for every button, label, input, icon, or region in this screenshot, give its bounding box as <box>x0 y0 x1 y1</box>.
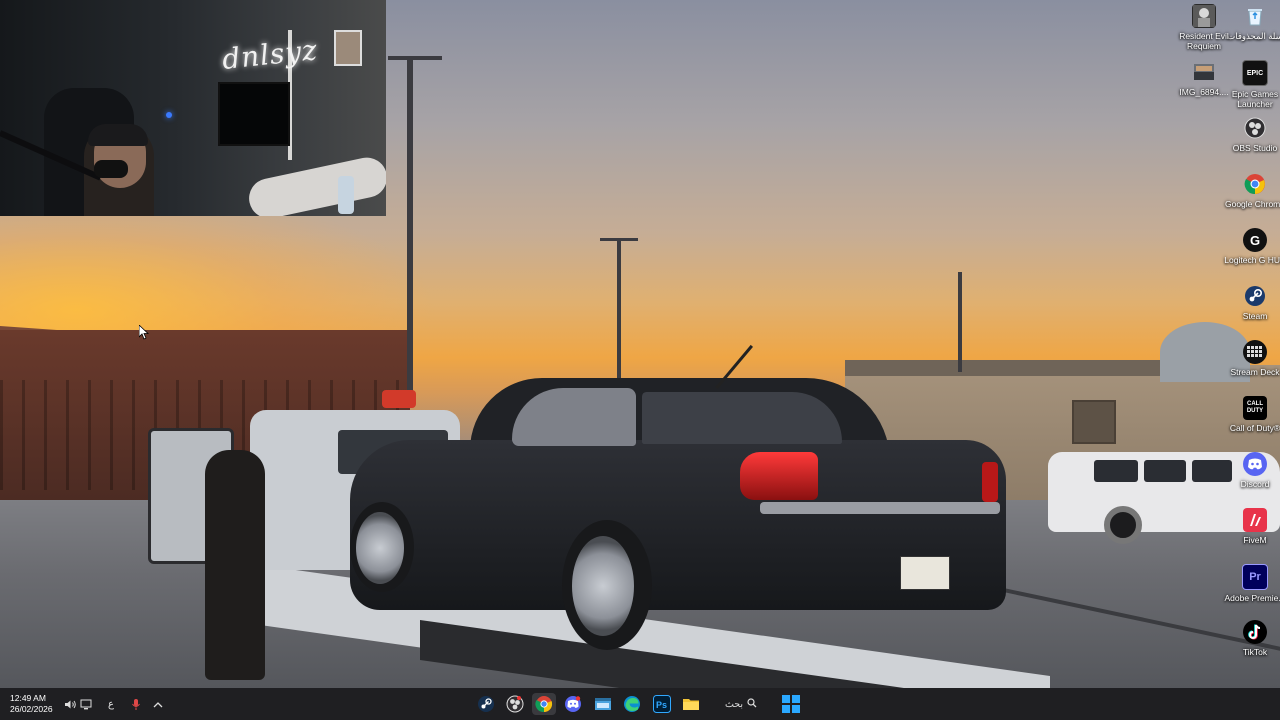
language-indicator[interactable]: ع <box>103 696 119 712</box>
desktop-icon-label: Google Chrome <box>1224 199 1280 209</box>
desktop-icon-label: Stream Deck <box>1230 367 1280 377</box>
start-tile <box>782 695 790 703</box>
desktop-icon-label: Call of Duty® <box>1229 423 1280 433</box>
microphone-icon[interactable] <box>128 696 144 712</box>
logitech-icon: G <box>1243 228 1267 252</box>
desktop-icon-steam[interactable]: Steam <box>1227 284 1280 321</box>
desktop-icon-chrome[interactable]: Google Chrome <box>1225 172 1280 209</box>
game-icon <box>1192 4 1216 28</box>
taskbar-photoshop-icon[interactable]: Ps <box>650 693 674 715</box>
premiere-icon: Pr <box>1242 564 1268 590</box>
taskbar-edge-icon[interactable] <box>620 693 644 715</box>
steam-icon <box>1243 284 1267 308</box>
taskbar-discord-icon[interactable] <box>561 693 585 715</box>
discord-icon <box>1243 452 1267 476</box>
start-tile <box>782 705 790 713</box>
desktop-icon-label: IMG_6894.... <box>1179 87 1229 97</box>
desktop-icon-discord[interactable]: Discord <box>1227 452 1280 489</box>
desktop-icon-label: Resident Evil Requiem <box>1179 31 1229 51</box>
clock-date: 26/02/2026 <box>10 704 53 714</box>
epic-games-icon: EPIC <box>1242 60 1268 86</box>
desktop-icon-call-of-duty[interactable]: CALL DUTY Call of Duty® <box>1227 396 1280 433</box>
tiktok-icon <box>1243 620 1267 644</box>
desktop-icon-obs[interactable]: OBS Studio <box>1227 116 1280 153</box>
desktop-icon-label: Adobe Premie... <box>1224 593 1280 603</box>
image-file-icon <box>1192 60 1216 84</box>
taskbar-task-view-icon[interactable] <box>591 693 615 715</box>
desktop-icon-label: OBS Studio <box>1232 143 1278 153</box>
clock-time: 12:49 AM <box>10 693 46 703</box>
desktop-icon-premiere[interactable]: Pr Adobe Premie... <box>1225 564 1280 603</box>
desktop-icon-resident-evil[interactable]: Resident Evil Requiem <box>1176 4 1232 51</box>
desktop-icon-label: TikTok <box>1242 647 1268 657</box>
desktop-icon-epic-games[interactable]: EPIC Epic Games Launcher <box>1227 60 1280 109</box>
desktop-icon-fivem[interactable]: FiveM <box>1227 508 1280 545</box>
desktop-icon-label: Logitech G HUB <box>1224 255 1280 265</box>
search-icon <box>747 697 757 711</box>
call-of-duty-icon: CALL DUTY <box>1243 396 1267 420</box>
volume-icon[interactable] <box>62 696 78 712</box>
svg-text:Ps: Ps <box>656 700 667 710</box>
obs-icon <box>1243 116 1267 140</box>
taskbar-steam-icon[interactable] <box>474 693 498 715</box>
fivem-icon <box>1243 508 1267 532</box>
taskbar-obs-icon[interactable] <box>503 693 527 715</box>
stream-deck-icon <box>1243 340 1267 364</box>
desktop-icon-img-file[interactable]: IMG_6894.... <box>1176 60 1232 97</box>
taskbar-search-box[interactable]: بحث <box>712 694 770 714</box>
desktop-icon-stream-deck[interactable]: Stream Deck <box>1227 340 1280 377</box>
system-clock[interactable]: 12:49 AM 26/02/2026 <box>10 693 53 715</box>
desktop-icon-grid: سلة المحذوفات Resident Evil Requiem EPIC… <box>0 0 1280 688</box>
desktop-icon-label: Steam <box>1242 311 1268 321</box>
search-label: بحث <box>724 698 744 710</box>
taskbar-chrome-icon[interactable] <box>532 693 556 715</box>
taskbar-file-explorer-icon[interactable] <box>679 693 703 715</box>
chrome-icon <box>1243 172 1267 196</box>
desktop-icon-label: FiveM <box>1243 535 1267 545</box>
network-icon[interactable] <box>78 696 94 712</box>
desktop-icon-label: Discord <box>1240 479 1270 489</box>
desktop-icon-logitech[interactable]: G Logitech G HUB <box>1224 228 1280 265</box>
desktop-icon-tiktok[interactable]: TikTok <box>1227 620 1280 657</box>
chevron-up-icon[interactable] <box>150 696 166 712</box>
windows-start-icon[interactable] <box>782 695 800 713</box>
start-tile <box>792 705 800 713</box>
start-tile <box>792 695 800 703</box>
recycle-bin-icon <box>1243 4 1267 28</box>
